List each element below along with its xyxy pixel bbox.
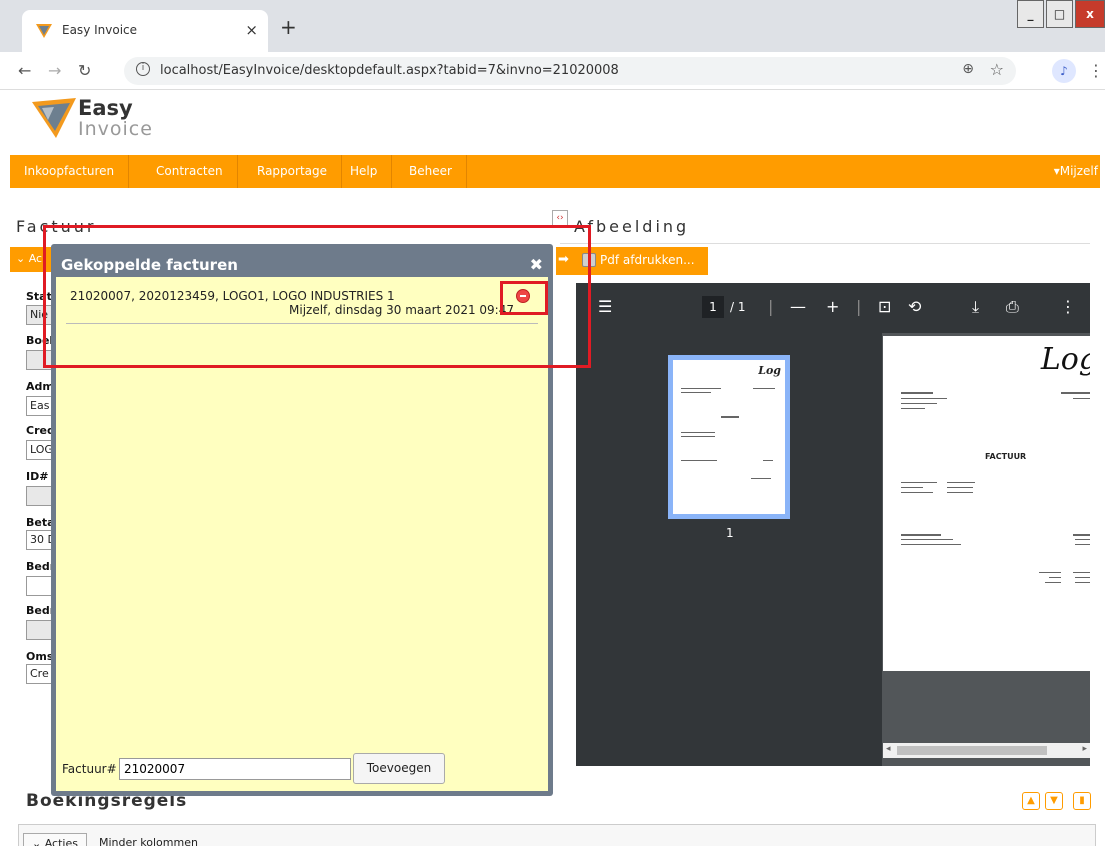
field-label-id: ID# <box>26 470 49 483</box>
pdf-document-title: FACTUUR <box>985 452 1027 461</box>
linked-invoice-user: Mijzelf <box>289 303 328 317</box>
zoom-icon[interactable]: ⊕ <box>962 61 974 77</box>
pdf-print-bar: ➡ Pdf afdrukken... <box>556 247 708 275</box>
app-logo[interactable]: Easy Invoice <box>32 96 172 146</box>
pdf-viewer: ☰ 1 / 1 | — + | ⊡ ⟲ ⤓ ⎙ ⋮ Log 1 Log <box>576 283 1090 766</box>
pdf-print-icon[interactable]: ⎙ <box>1006 297 1019 317</box>
panel-toggle-button[interactable]: ‹› <box>552 210 568 226</box>
dialog-close-icon[interactable]: ✖ <box>530 255 543 274</box>
pdf-download-icon[interactable]: ⤓ <box>972 297 979 317</box>
arrow-right-icon: ➡ <box>558 252 569 267</box>
logo-text-easy: Easy <box>78 96 133 120</box>
afbeelding-section-title: Afbeelding <box>574 217 690 236</box>
boekingsregels-actions-button[interactable]: ⌄ Acties <box>23 833 87 846</box>
reload-icon[interactable]: ↻ <box>78 61 91 80</box>
address-bar: ← → ↻ i localhost/EasyInvoice/desktopdef… <box>0 52 1105 90</box>
item-divider <box>66 323 538 324</box>
easy-invoice-favicon-icon <box>36 24 52 38</box>
pdf-zoom-in-icon[interactable]: + <box>826 297 839 316</box>
pdf-page-input[interactable]: 1 <box>702 296 724 318</box>
pdf-thumbnail-label: 1 <box>726 526 734 540</box>
pdf-fit-page-icon[interactable]: ⊡ <box>878 297 891 316</box>
main-menu: Inkoopfacturen Contracten Rapportage Hel… <box>10 155 1100 188</box>
linked-invoices-dialog: Gekoppelde facturen ✖ 21020007, 20201234… <box>51 244 553 796</box>
tab-title: Easy Invoice <box>62 23 138 37</box>
menu-item-rapportage[interactable]: Rapportage <box>243 155 342 188</box>
dialog-header[interactable]: Gekoppelde facturen ✖ <box>55 248 549 280</box>
pdf-toolbar: ☰ 1 / 1 | — + | ⊡ ⟲ ⤓ ⎙ ⋮ <box>576 283 1090 333</box>
factuur-number-label: Factuur# <box>62 762 117 776</box>
url-field[interactable]: i localhost/EasyInvoice/desktopdefault.a… <box>124 57 1016 85</box>
fewer-columns-button[interactable]: Minder kolommen <box>91 833 206 846</box>
menu-item-beheer[interactable]: Beheer <box>395 155 467 188</box>
tab-close-icon[interactable]: × <box>245 21 258 39</box>
maximize-button[interactable]: □ <box>1046 0 1073 28</box>
user-menu[interactable]: ▾Mijzelf <box>1054 155 1098 188</box>
pdf-horizontal-scrollbar[interactable]: ◂ ▸ <box>883 743 1090 758</box>
pdf-separator-1: | <box>768 297 774 316</box>
dialog-body: 21020007, 2020123459, LOGO1, LOGO INDUST… <box>56 277 548 791</box>
url-text: localhost/EasyInvoice/desktopdefault.asp… <box>160 63 619 78</box>
pdf-print-button[interactable]: Pdf afdrukken... <box>600 253 695 267</box>
pdf-thumbnail-panel: Log 1 <box>576 333 882 766</box>
menu-item-help[interactable]: Help <box>336 155 393 188</box>
pin-icon[interactable]: ▮ <box>1073 792 1091 810</box>
expand-down-icon[interactable]: ▼ <box>1045 792 1063 810</box>
factuur-section-title: Factuur <box>16 217 97 236</box>
scroll-right-icon[interactable]: ▸ <box>1082 744 1087 754</box>
add-button[interactable]: Toevoegen <box>353 753 445 784</box>
section-divider <box>560 243 1090 244</box>
field-label-status: Stat <box>26 290 52 303</box>
factuur-actions-label: ⌄ Ac <box>16 252 43 265</box>
profile-avatar[interactable]: ♪ <box>1052 59 1076 83</box>
forward-icon[interactable]: → <box>48 61 61 80</box>
back-icon[interactable]: ← <box>18 61 31 80</box>
collapse-up-icon[interactable]: ▲ <box>1022 792 1040 810</box>
remove-link-icon[interactable] <box>516 289 530 303</box>
field-label-administratie: Adm <box>26 380 54 393</box>
thumb-logo-text: Log <box>758 364 781 377</box>
pdf-rotate-icon[interactable]: ⟲ <box>908 297 921 316</box>
window-controls: _ □ x <box>1015 0 1105 32</box>
menu-item-contracten[interactable]: Contracten <box>142 155 238 188</box>
window-close-button[interactable]: x <box>1075 0 1105 28</box>
printer-icon <box>582 253 596 267</box>
field-label-omschrijving: Oms <box>26 650 54 663</box>
pdf-separator-2: | <box>856 297 862 316</box>
linked-invoice-meta: Mijzelf, dinsdag 30 maart 2021 09:47 <box>289 303 514 317</box>
minimize-button[interactable]: _ <box>1017 0 1044 28</box>
browser-tab[interactable]: Easy Invoice × <box>22 10 268 52</box>
bookmark-star-icon[interactable]: ☆ <box>990 60 1004 79</box>
pdf-page-thumbnail[interactable]: Log <box>668 355 790 519</box>
linked-invoice-date: , dinsdag 30 maart 2021 09:47 <box>327 303 514 317</box>
scroll-left-icon[interactable]: ◂ <box>886 744 891 754</box>
boekingsregels-panel: ⌄ Acties Minder kolommen <box>18 824 1096 846</box>
pdf-zoom-out-icon[interactable]: — <box>790 297 806 316</box>
linked-invoice-description: 21020007, 2020123459, LOGO1, LOGO INDUST… <box>70 289 395 303</box>
pdf-sidebar-menu-icon[interactable]: ☰ <box>598 297 612 316</box>
browser-tabstrip: Easy Invoice × + _ □ x <box>0 0 1105 52</box>
menu-item-inkoopfacturen[interactable]: Inkoopfacturen <box>10 155 130 188</box>
new-tab-button[interactable]: + <box>280 17 297 37</box>
info-icon[interactable]: i <box>136 62 150 76</box>
pdf-page: Log FACTUUR <box>883 336 1090 671</box>
dialog-title: Gekoppelde facturen <box>61 256 238 274</box>
factuur-actions-button[interactable]: ⌄ Ac <box>10 247 55 272</box>
factuur-number-input[interactable] <box>119 758 351 780</box>
logo-text-invoice: Invoice <box>78 118 153 140</box>
scrollbar-thumb[interactable] <box>897 746 1047 755</box>
pdf-logo-image: Log <box>1040 342 1090 377</box>
browser-menu-icon[interactable]: ⋮ <box>1088 61 1104 80</box>
pdf-more-icon[interactable]: ⋮ <box>1060 297 1076 316</box>
pdf-page-total: / 1 <box>730 300 746 314</box>
logo-mark-icon <box>32 98 76 138</box>
